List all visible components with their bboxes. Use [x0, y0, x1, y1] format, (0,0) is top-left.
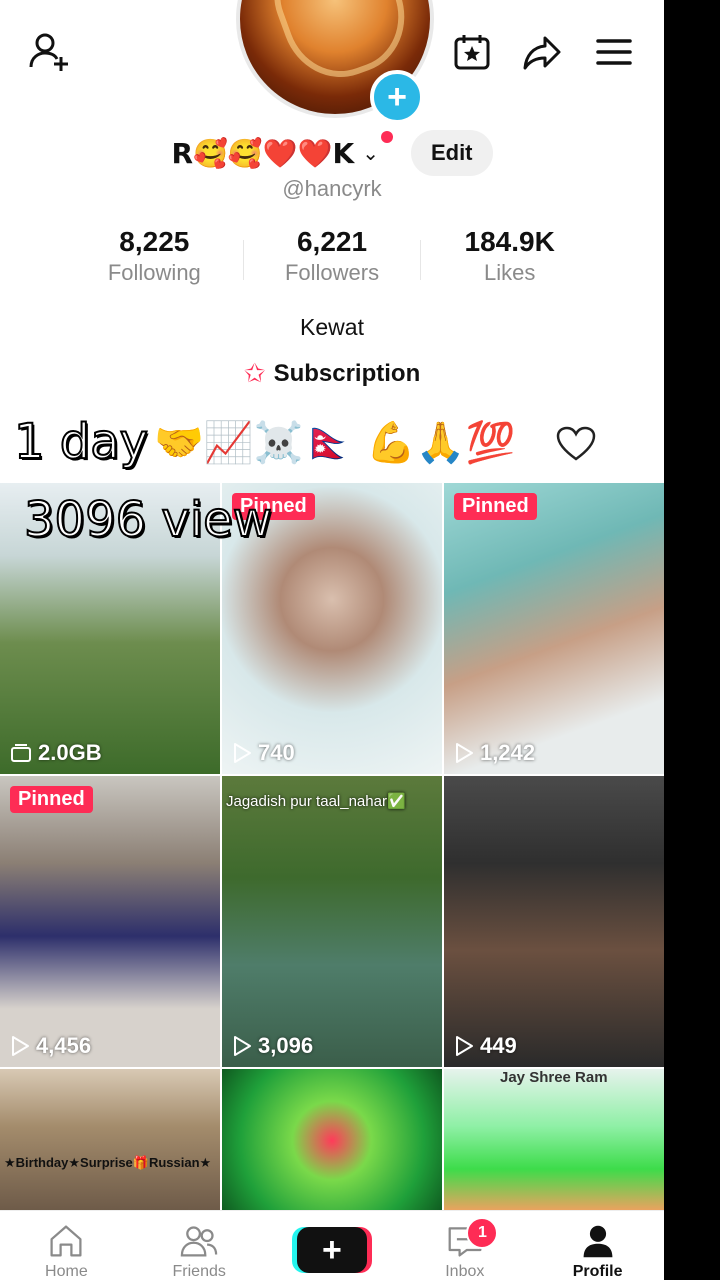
stat-label: Likes	[484, 260, 536, 285]
black-edge	[664, 0, 720, 1280]
caption-emojis: 🤝📈☠️🇳🇵 💪🙏💯	[154, 419, 516, 466]
video-tile[interactable]: 449	[444, 776, 664, 1067]
video-metric: 4,456	[10, 1033, 91, 1059]
heart-icon[interactable]	[556, 426, 596, 462]
bottom-nav: Home Friends + 1 Inbox Profile	[0, 1210, 664, 1280]
name-row: R🥰🥰❤️❤️K ⌄ Edit	[0, 128, 664, 178]
play-icon	[456, 1036, 473, 1056]
profile-icon	[583, 1225, 612, 1258]
play-icon	[234, 743, 251, 763]
nav-label: Profile	[572, 1263, 623, 1280]
profile-screen: + R🥰🥰❤️❤️K ⌄ Edit @hancyrk 8,225 Followi…	[0, 0, 664, 1280]
add-avatar-icon[interactable]: +	[370, 70, 424, 124]
video-metric: 1,242	[454, 740, 535, 766]
username: @hancyrk	[282, 176, 382, 201]
subscription-label: Subscription	[273, 359, 421, 387]
play-icon	[234, 1036, 251, 1056]
nav-label: Home	[45, 1263, 88, 1280]
pinned-badge: Pinned	[454, 493, 537, 520]
video-tile[interactable]: Pinned 1,242	[444, 483, 664, 774]
display-name[interactable]: R🥰🥰❤️❤️K	[171, 137, 354, 170]
nav-home[interactable]: Home	[0, 1211, 133, 1280]
metric-value: 449	[480, 1033, 517, 1058]
video-tile[interactable]	[222, 1069, 442, 1212]
video-tile[interactable]: Pinned 4,456	[0, 776, 220, 1067]
stat-value: 184.9K	[464, 226, 555, 257]
stat-label: Following	[107, 260, 201, 285]
chevron-down-icon[interactable]: ⌄	[362, 130, 393, 166]
notification-dot	[380, 130, 393, 143]
caption-text: 1 day	[13, 413, 149, 471]
nav-label: Friends	[172, 1263, 226, 1280]
stats-row: 8,225 Following 6,221 Followers 184.9K L…	[66, 226, 598, 286]
play-icon	[456, 743, 473, 763]
metric-value: 3,096	[258, 1033, 314, 1058]
stat-value: 6,221	[296, 226, 368, 257]
bio-text: Kewat	[300, 314, 364, 340]
video-tile[interactable]: Jay Shree Ram	[444, 1069, 664, 1212]
nav-friends[interactable]: Friends	[133, 1211, 266, 1280]
nav-profile[interactable]: Profile	[531, 1211, 664, 1280]
nav-label: Inbox	[445, 1263, 485, 1280]
add-friend-icon[interactable]	[26, 28, 72, 74]
video-grid: 2.0GB Pinned 740 Pinned 1,242 Pinned 4,4…	[0, 483, 664, 1212]
calendar-star-icon[interactable]	[450, 30, 494, 74]
star-icon: ✩	[243, 358, 266, 388]
create-button[interactable]: +	[296, 1227, 367, 1273]
edit-button[interactable]: Edit	[410, 130, 493, 176]
video-metric: 2.0GB	[10, 740, 102, 766]
video-tile[interactable]: Jagadish pur taal_nahar✅ 3,096	[222, 776, 442, 1067]
menu-icon[interactable]	[594, 32, 634, 72]
play-icon	[12, 1036, 29, 1056]
share-icon[interactable]	[520, 30, 564, 74]
subscription-button[interactable]: ✩ Subscription	[0, 358, 664, 389]
stat-label: Followers	[284, 260, 380, 285]
video-overlay-text: Jagadish pur taal_nahar✅	[226, 793, 406, 810]
video-metric: 3,096	[232, 1033, 313, 1059]
inbox-badge: 1	[466, 1217, 499, 1249]
friends-icon	[180, 1226, 218, 1257]
stat-following[interactable]: 8,225 Following	[66, 226, 243, 286]
video-overlay-text: ★Birthday★Surprise🎁Russian★	[4, 1155, 212, 1170]
storage-icon	[11, 744, 31, 762]
metric-value: 4,456	[36, 1033, 92, 1058]
home-icon	[50, 1225, 82, 1257]
nav-create[interactable]: +	[266, 1211, 399, 1280]
stat-likes[interactable]: 184.9K Likes	[421, 226, 598, 286]
views-caption: 3096 view	[23, 491, 273, 549]
video-overlay-text: Jay Shree Ram	[500, 1069, 608, 1086]
video-metric: 449	[454, 1033, 517, 1059]
metric-value: 2.0GB	[38, 740, 102, 765]
story-caption: 1 day 🤝📈☠️🇳🇵 💪🙏💯	[13, 412, 516, 472]
video-tile[interactable]: ★Birthday★Surprise🎁Russian★	[0, 1069, 220, 1212]
video-metric: 740	[232, 740, 295, 766]
stat-followers[interactable]: 6,221 Followers	[244, 226, 421, 286]
stat-value: 8,225	[119, 226, 190, 257]
metric-value: 1,242	[480, 740, 536, 765]
plus-icon: +	[322, 1230, 342, 1269]
metric-value: 740	[258, 740, 295, 765]
nav-inbox[interactable]: 1 Inbox	[398, 1211, 531, 1280]
pinned-badge: Pinned	[10, 786, 93, 813]
